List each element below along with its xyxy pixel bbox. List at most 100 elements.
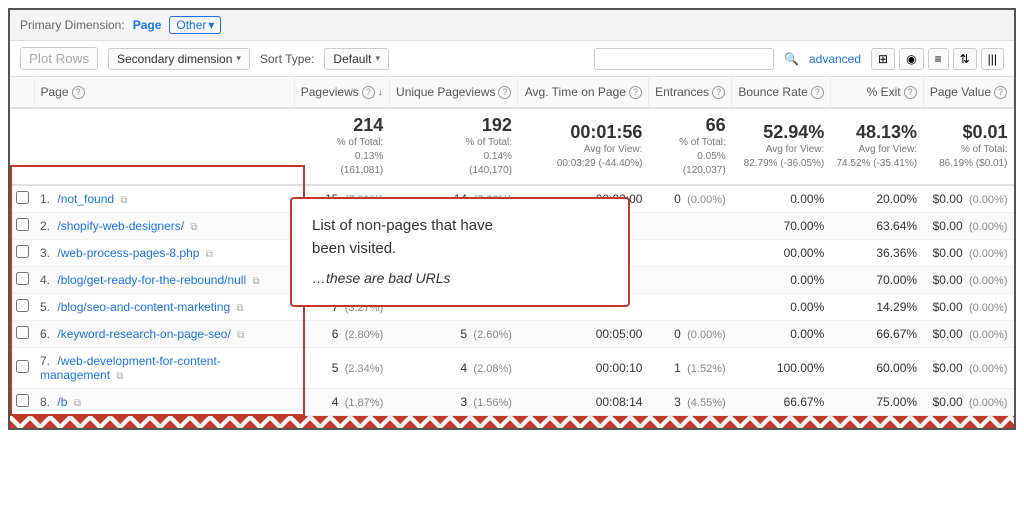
summary-row: 214 % of Total: 0.13% (161,081) 192 % of… [10, 108, 1014, 185]
th-entrances: Entrances ? [648, 77, 731, 108]
page-icon-4: ⧉ [236, 303, 243, 314]
ent-info-icon[interactable]: ? [712, 86, 725, 99]
row-checkbox-6[interactable] [10, 348, 34, 389]
controls-bar: Plot Rows Secondary dimension ▾ Sort Typ… [10, 41, 1014, 77]
page-info-icon[interactable]: ? [72, 86, 85, 99]
view-icon-bars[interactable]: ||| [981, 48, 1004, 70]
row-bounce-1: 70.00% [732, 213, 831, 240]
val-col-label: Page Value [930, 85, 991, 99]
page-link-0[interactable]: /not_found [57, 192, 114, 206]
row-exit-2: 36.36% [830, 240, 923, 267]
row-val-pct-7: (0.00%) [969, 397, 1008, 409]
page-link-5[interactable]: /keyword-research-on-page-seo/ [57, 327, 230, 341]
row-exit-6: 60.00% [830, 348, 923, 389]
view-icon-grid[interactable]: ⊞ [871, 48, 895, 70]
view-icon-list[interactable]: ≡ [928, 48, 949, 70]
sort-default-dropdown[interactable]: Default ▾ [324, 48, 389, 70]
row-val-pct-4: (0.00%) [969, 302, 1008, 314]
row-num-2: 3. [40, 246, 50, 260]
page-link-2[interactable]: /web-process-pages-8.php [57, 246, 199, 260]
row-exit-1: 63.64% [830, 213, 923, 240]
row-ent-1 [648, 213, 731, 240]
summary-upv-sub: % of Total: 0.14% (140,170) [395, 136, 512, 178]
other-link[interactable]: Other ▾ [169, 16, 221, 34]
row-ent-6: 1 (1.52%) [648, 348, 731, 389]
search-icon[interactable]: 🔍 [784, 52, 799, 66]
avg-col-label: Avg. Time on Page [525, 85, 626, 99]
row-val-pct-1: (0.00%) [969, 221, 1008, 233]
row-checkbox-5[interactable] [10, 321, 34, 348]
row-ent-4 [648, 294, 731, 321]
row-page-7: 8. /b ⧉ [34, 389, 294, 416]
summary-ent-main: 66 [654, 115, 725, 136]
row-num-4: 5. [40, 300, 50, 314]
row-checkbox-7[interactable] [10, 389, 34, 416]
page-link-6[interactable]: /web-development-for-content-management [40, 354, 221, 382]
page-link-4[interactable]: /blog/seo-and-content-marketing [57, 300, 230, 314]
row-val-pct-2: (0.00%) [969, 248, 1008, 260]
page-icon-3: ⧉ [252, 276, 259, 287]
summary-upv-cell: 192 % of Total: 0.14% (140,170) [389, 108, 518, 185]
page-link-7[interactable]: /b [57, 395, 67, 409]
row-ent-7: 3 (4.55%) [648, 389, 731, 416]
row-exit-3: 70.00% [830, 267, 923, 294]
page-col-label: Page [41, 85, 69, 99]
row-upv-5: 5 (2.60%) [389, 321, 518, 348]
th-avg-time: Avg. Time on Page ? [518, 77, 648, 108]
row-val-pct-3: (0.00%) [969, 275, 1008, 287]
annotation-line2: been visited. [312, 238, 608, 261]
upv-col-label: Unique Pageviews [396, 85, 495, 99]
page-icon-0: ⧉ [120, 195, 127, 206]
summary-val-cell: $0.01 % of Total: 86.19% ($0.01) [923, 108, 1013, 185]
th-page: Page ? [34, 77, 294, 108]
row-pv-pct-6: (2.34%) [345, 363, 384, 375]
page-link-1[interactable]: /shopify-web-designers/ [57, 219, 184, 233]
row-num-5: 6. [40, 327, 50, 341]
upv-info-icon[interactable]: ? [498, 86, 511, 99]
row-num-3: 4. [40, 273, 50, 287]
row-checkbox-2[interactable] [10, 240, 34, 267]
row-val-pct-5: (0.00%) [969, 329, 1008, 341]
view-icon-sort[interactable]: ⇅ [953, 48, 977, 70]
avg-info-icon[interactable]: ? [629, 86, 642, 99]
table-row: 7. /web-development-for-content-manageme… [10, 348, 1014, 389]
th-bounce: Bounce Rate ? [732, 77, 831, 108]
summary-avg-sub: Avg for View: 00:03:29 (-44.40%) [524, 143, 642, 171]
summary-ent-sub: % of Total: 0.05% (120,037) [654, 136, 725, 178]
row-ent-0: 0 (0.00%) [648, 185, 731, 213]
secondary-dimension-dropdown[interactable]: Secondary dimension ▾ [108, 48, 250, 70]
table-row: 6. /keyword-research-on-page-seo/ ⧉ 6 (2… [10, 321, 1014, 348]
row-page-5: 6. /keyword-research-on-page-seo/ ⧉ [34, 321, 294, 348]
exit-info-icon[interactable]: ? [904, 86, 917, 99]
page-icon-1: ⧉ [190, 222, 197, 233]
row-checkbox-0[interactable] [10, 185, 34, 213]
summary-val-sub: % of Total: 86.19% ($0.01) [929, 143, 1007, 171]
row-checkbox-3[interactable] [10, 267, 34, 294]
row-page-0: 1. /not_found ⧉ [34, 185, 294, 213]
bounce-col-label: Bounce Rate [738, 85, 807, 99]
row-checkbox-4[interactable] [10, 294, 34, 321]
row-ent-3 [648, 267, 731, 294]
summary-avg-cell: 00:01:56 Avg for View: 00:03:29 (-44.40%… [518, 108, 648, 185]
row-val-pct-6: (0.00%) [969, 363, 1008, 375]
summary-bounce-cell: 52.94% Avg for View: 82.79% (-36.05%) [732, 108, 831, 185]
view-icon-pie[interactable]: ◉ [899, 48, 923, 70]
val-info-icon[interactable]: ? [994, 86, 1007, 99]
row-bounce-0: 0.00% [732, 185, 831, 213]
row-val-4: $0.00 (0.00%) [923, 294, 1013, 321]
row-val-1: $0.00 (0.00%) [923, 213, 1013, 240]
row-checkbox-1[interactable] [10, 213, 34, 240]
advanced-link[interactable]: advanced [809, 52, 861, 66]
page-link-3[interactable]: /blog/get-ready-for-the-rebound/null [57, 273, 246, 287]
summary-exit-cell: 48.13% Avg for View: 74.52% (-35.41%) [830, 108, 923, 185]
summary-avg-main: 00:01:56 [524, 122, 642, 143]
row-page-4: 5. /blog/seo-and-content-marketing ⧉ [34, 294, 294, 321]
row-pv-5: 6 (2.80%) [294, 321, 389, 348]
plot-rows-button[interactable]: Plot Rows [20, 47, 98, 70]
pv-info-icon[interactable]: ? [362, 86, 375, 99]
summary-pv-cell: 214 % of Total: 0.13% (161,081) [294, 108, 389, 185]
bounce-info-icon[interactable]: ? [811, 86, 824, 99]
annotation-line1: List of non-pages that have [312, 215, 608, 238]
search-input[interactable] [594, 48, 774, 70]
summary-pv-sub: % of Total: 0.13% (161,081) [300, 136, 383, 178]
